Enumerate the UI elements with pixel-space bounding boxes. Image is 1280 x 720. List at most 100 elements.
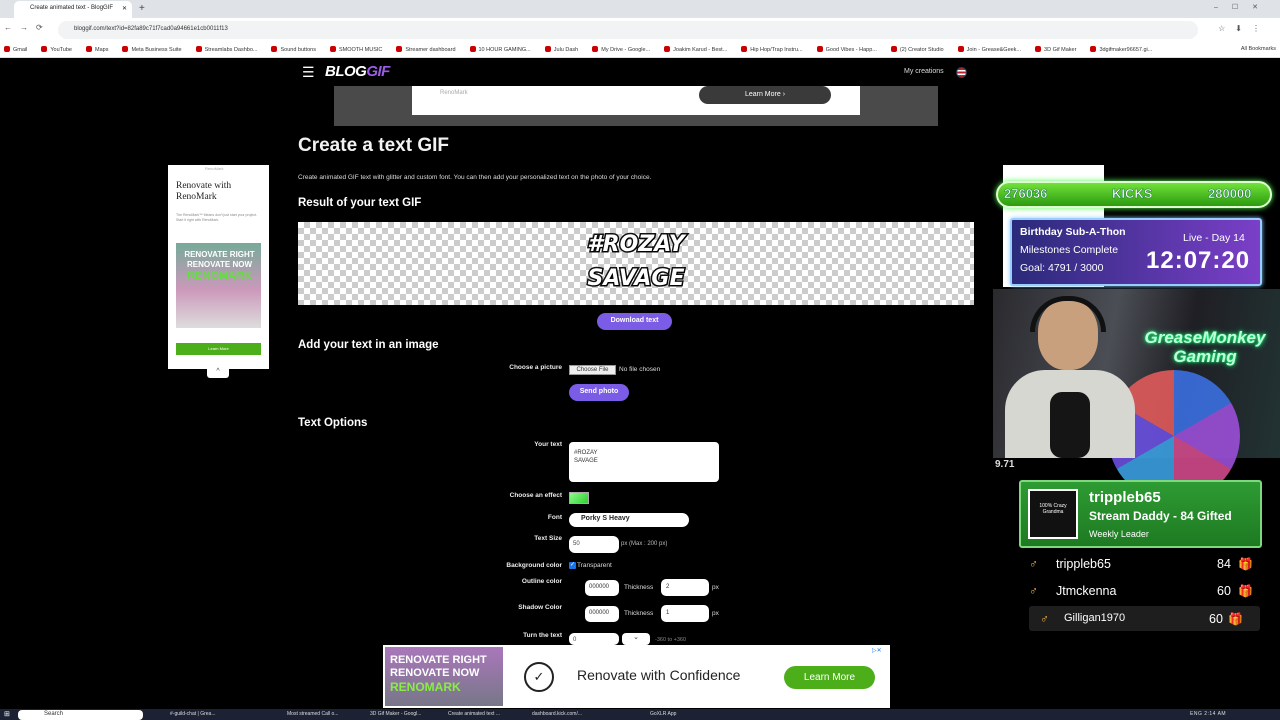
bookmark-item[interactable]: Sound buttons <box>271 46 316 53</box>
download-text-button[interactable]: Download text <box>597 313 672 330</box>
leader-subtitle: Stream Daddy - 84 Gifted <box>1089 509 1232 523</box>
all-bookmarks[interactable]: All Bookmarks <box>1241 46 1276 52</box>
new-tab-button[interactable]: + <box>139 3 145 14</box>
turn-text-input[interactable]: 0 <box>569 633 619 645</box>
bookmark-label: Sound buttons <box>280 47 316 53</box>
bookmark-item[interactable]: 3dgifmaker96657.gi... <box>1090 46 1153 53</box>
male-icon: ♂ <box>1040 612 1049 626</box>
chevron-down-icon[interactable]: ⌄ <box>622 633 650 645</box>
bookmark-icon <box>469 46 476 52</box>
top-ad-brand: RenoMark <box>440 90 468 96</box>
bookmark-icon <box>396 46 403 52</box>
window-controls[interactable]: –☐✕ <box>1214 3 1272 11</box>
background-color-label: Background color <box>506 562 562 569</box>
bookmark-label: Join - Grease&Geek... <box>966 47 1022 53</box>
bookmark-item[interactable]: My Drive - Google... <box>592 46 650 53</box>
kicks-current: 276036 <box>1004 186 1048 202</box>
navigation-buttons[interactable]: ←→⟳ <box>4 23 51 32</box>
text-size-input[interactable]: 50 <box>569 536 619 553</box>
bookmark-item[interactable]: 10 HOUR GAMING... <box>469 46 531 53</box>
taskbar-app[interactable]: 3D Gif Maker - Googl... <box>370 711 421 717</box>
taskbar-app[interactable]: dashboard.kick.com/... <box>532 711 582 717</box>
bookmark-item[interactable]: Join - Grease&Geek... <box>957 46 1022 53</box>
taskbar-app[interactable]: GoXLR App <box>650 711 676 717</box>
subathon-live-day: Live - Day 14 <box>1183 232 1245 244</box>
bookmark-icon <box>544 46 551 52</box>
effect-swatch[interactable] <box>569 492 589 504</box>
your-text-label: Your text <box>534 441 562 448</box>
bookmark-icon <box>741 46 748 52</box>
bookmark-icon <box>41 46 48 52</box>
taskbar-app[interactable]: Most streamed Call o... <box>287 711 338 717</box>
leader-name: trippleb65 <box>1089 489 1161 506</box>
toolbar-icons[interactable]: ☆⬇⋮ <box>1218 24 1270 33</box>
outline-color-input[interactable]: 000000 <box>585 580 619 596</box>
shadow-color-label: Shadow Color <box>518 604 562 611</box>
bookmark-item[interactable]: 3D Gif Maker <box>1035 46 1076 53</box>
text-options-heading: Text Options <box>298 417 368 429</box>
gift-icon: 🎁 <box>1238 557 1253 571</box>
ad-choices-icon[interactable]: ▷✕ <box>872 647 882 654</box>
bookmark-item[interactable]: Streamlabs Dashbo... <box>195 46 257 53</box>
bookmark-label: (2) Creator Studio <box>899 47 944 53</box>
effect-label: Choose an effect <box>509 492 562 499</box>
shadow-thickness-input[interactable]: 1 <box>661 605 709 622</box>
shadow-color-input[interactable]: 000000 <box>585 606 619 622</box>
transparent-checkbox[interactable]: ✓ <box>569 562 576 569</box>
taskbar-search[interactable]: Search <box>18 710 143 720</box>
leaderboard-name: trippleb65 <box>1056 557 1111 571</box>
bookmark-item[interactable]: Julu Dash <box>544 46 578 53</box>
taskbar-app[interactable]: #-guild-chat | Grea... <box>170 711 216 717</box>
male-icon: ♂ <box>1029 557 1038 571</box>
top-ad-button-label: Learn More <box>744 91 781 98</box>
menu-icon[interactable]: ☰ <box>302 64 315 81</box>
bottom-ad-learn-more-button[interactable]: Learn More <box>784 666 875 689</box>
browser-tab[interactable]: Create animated text - BlogGIF ✕ <box>14 1 132 18</box>
bottom-ad-image-text: RENOVATE RIGHT RENOVATE NOW <box>390 654 487 679</box>
font-label: Font <box>547 514 562 521</box>
choose-file-button[interactable]: Choose File <box>569 365 616 375</box>
bookmark-icon <box>329 46 336 52</box>
close-tab-icon[interactable]: ✕ <box>122 5 127 12</box>
webcam-note: 9.71 <box>995 459 1015 470</box>
chevron-up-icon[interactable]: ^ <box>207 368 229 378</box>
left-ad-text: The RenoMark™ Means don't just start you… <box>176 213 258 222</box>
subathon-timer: 12:07:20 <box>1146 247 1251 274</box>
site-logo[interactable]: BLOGGIF <box>325 63 390 80</box>
bookmark-item[interactable]: Good Vibes - Happ... <box>816 46 877 53</box>
start-icon[interactable]: ⊞ <box>4 710 10 718</box>
bookmark-item[interactable]: Streamer dashboard <box>396 46 456 53</box>
bookmark-icon <box>592 46 599 52</box>
my-creations-link[interactable]: My creations <box>904 68 944 75</box>
bookmark-item[interactable]: YouTube <box>41 46 72 53</box>
us-flag-icon[interactable] <box>956 67 967 78</box>
address-bar[interactable]: bloggif.com/text?id=82fa89c71f7cad0a9466… <box>58 21 1198 39</box>
bookmark-item[interactable]: (2) Creator Studio <box>890 46 944 53</box>
your-text-input[interactable]: #ROZAY SAVAGE <box>569 442 719 482</box>
bookmark-item[interactable]: Hip Hop/Trap Instru... <box>741 46 803 53</box>
send-photo-button[interactable]: Send photo <box>569 384 629 401</box>
left-ad-learn-more-button[interactable]: Learn More <box>176 343 261 355</box>
browser-tab-bar <box>0 0 1280 18</box>
outline-px-unit: px <box>712 584 719 591</box>
bookmark-icon <box>122 46 129 52</box>
bookmark-label: Joakim Karud - Best... <box>673 47 728 53</box>
bookmark-item[interactable]: Joakim Karud - Best... <box>664 46 728 53</box>
subathon-title: Birthday Sub-A-Thon <box>1020 226 1126 238</box>
bookmark-item[interactable]: SMOOTH MUSIC <box>329 46 383 53</box>
avatar-text: 100% Crazy Grandma <box>1039 503 1067 515</box>
bookmark-item[interactable]: Gmail <box>4 46 27 53</box>
kicks-label: KICKS <box>1112 186 1153 202</box>
top-ad-learn-more-button[interactable]: Learn More › <box>699 86 831 104</box>
font-select[interactable]: Porky S Heavy <box>569 513 689 527</box>
bookmark-item[interactable]: Meta Business Suite <box>122 46 182 53</box>
system-tray[interactable]: ENG 2:14 AM <box>1190 711 1226 717</box>
bookmark-label: SMOOTH MUSIC <box>338 47 383 53</box>
outline-thickness-input[interactable]: 2 <box>661 579 709 596</box>
bookmark-item[interactable]: Maps <box>86 46 108 53</box>
bookmark-label: 3dgifmaker96657.gi... <box>1099 47 1153 53</box>
bookmark-icon <box>86 46 92 52</box>
leaderboard-value: 84 <box>1217 557 1231 571</box>
taskbar-app[interactable]: Create animated text ... <box>448 711 500 717</box>
choose-picture-label: Choose a picture <box>509 364 562 371</box>
